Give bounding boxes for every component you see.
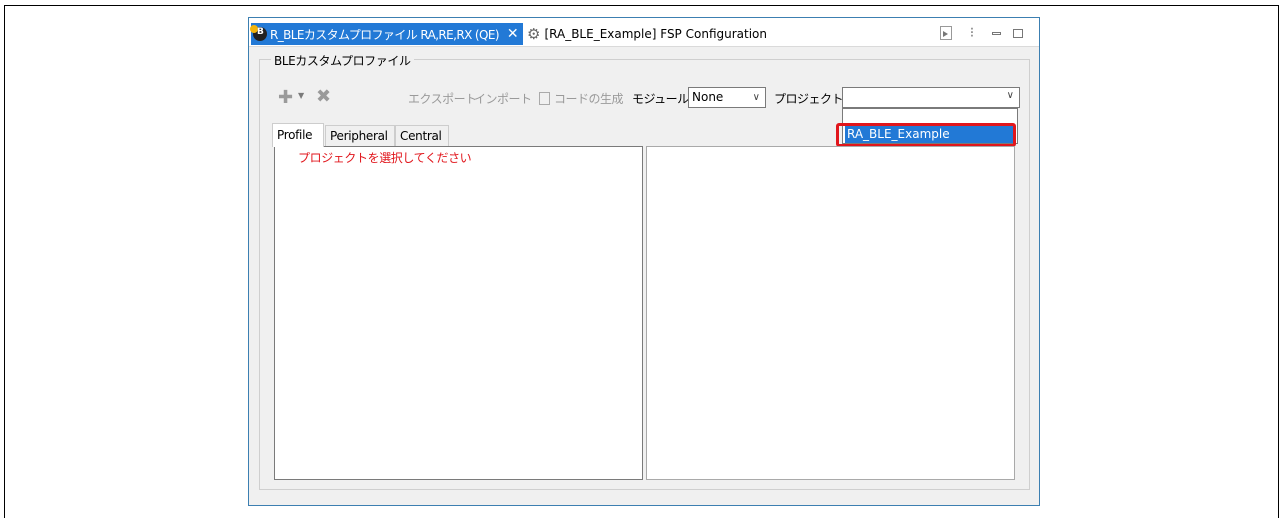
- minimize-icon[interactable]: [987, 24, 1005, 42]
- highlight-box: [836, 123, 1016, 147]
- group-title: BLEカスタムプロファイル: [271, 52, 414, 69]
- profile-tree-pane[interactable]: プロジェクトを選択してください: [274, 146, 643, 480]
- close-icon[interactable]: ✕: [507, 27, 519, 41]
- editor-tab-bar: R_BLEカスタムプロファイル RA,RE,RX (QE) ✕ ⚙ [RA_BL…: [249, 18, 1039, 47]
- select-project-hint: プロジェクトを選択してください: [298, 151, 472, 165]
- module-select-value: None: [692, 90, 724, 104]
- tab-central[interactable]: Central: [395, 125, 449, 146]
- profile-icon: [250, 25, 267, 41]
- add-icon[interactable]: ✚: [278, 87, 293, 108]
- generate-code-icon: [539, 92, 550, 105]
- chevron-down-icon[interactable]: ▼: [298, 91, 304, 100]
- tab-peripheral[interactable]: Peripheral: [325, 125, 395, 146]
- chevron-down-icon: ∨: [1006, 90, 1014, 101]
- tab-fsp-configuration[interactable]: ⚙ [RA_BLE_Example] FSP Configuration: [527, 23, 767, 45]
- tab-profile[interactable]: Profile: [272, 123, 324, 147]
- detail-pane[interactable]: [646, 146, 1015, 480]
- profile-toolbar: ✚ ▼ ✖ エクスポート インポート コードの生成 モジュール: None ∨ …: [276, 86, 1036, 110]
- maximize-icon[interactable]: [1009, 24, 1027, 42]
- export-button[interactable]: エクスポート: [408, 90, 477, 107]
- chevron-down-icon: ∨: [752, 92, 760, 103]
- project-label: プロジェクト:: [774, 92, 847, 106]
- gear-icon: ⚙: [527, 25, 541, 43]
- generate-code-button[interactable]: コードの生成: [554, 90, 624, 107]
- tab-label: R_BLEカスタムプロファイル RA,RE,RX (QE): [270, 27, 500, 42]
- tab-label: [RA_BLE_Example] FSP Configuration: [544, 27, 767, 41]
- sync-icon[interactable]: [937, 24, 955, 42]
- delete-icon[interactable]: ✖: [316, 86, 331, 107]
- project-select[interactable]: ∨: [842, 87, 1020, 108]
- view-menu-icon[interactable]: ⁝: [963, 24, 981, 42]
- module-label: モジュール:: [632, 92, 693, 106]
- module-select[interactable]: None ∨: [688, 87, 766, 108]
- import-button[interactable]: インポート: [474, 90, 532, 107]
- tab-ble-custom-profile[interactable]: R_BLEカスタムプロファイル RA,RE,RX (QE) ✕: [250, 23, 523, 45]
